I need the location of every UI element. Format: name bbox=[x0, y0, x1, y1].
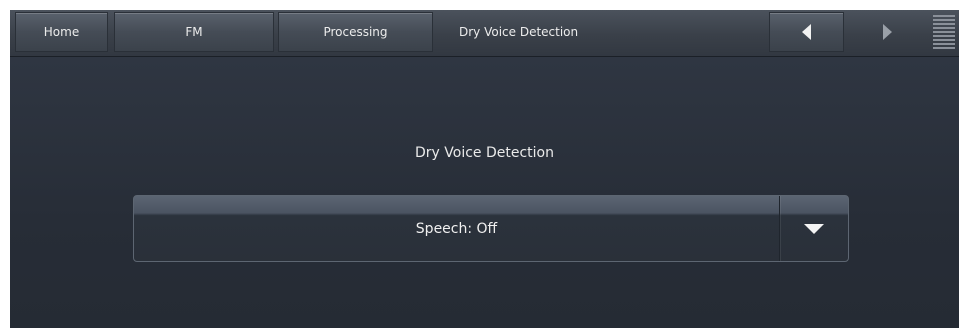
menu-button[interactable] bbox=[931, 12, 957, 52]
chevron-left-icon bbox=[802, 24, 811, 40]
back-button[interactable] bbox=[769, 12, 844, 52]
speech-dropdown[interactable]: Speech: Off bbox=[133, 195, 849, 262]
tab-home[interactable]: Home bbox=[15, 12, 108, 52]
tab-processing[interactable]: Processing bbox=[278, 12, 433, 52]
tab-fm-label: FM bbox=[185, 25, 203, 39]
breadcrumb-current-page: Dry Voice Detection bbox=[459, 25, 579, 39]
forward-button[interactable] bbox=[850, 12, 925, 52]
tab-home-label: Home bbox=[43, 25, 80, 39]
chevron-right-icon bbox=[883, 24, 892, 40]
speech-dropdown-value: Speech: Off bbox=[415, 220, 498, 237]
dropdown-arrow-button[interactable] bbox=[780, 196, 848, 261]
section-title: Dry Voice Detection bbox=[415, 145, 554, 161]
tab-fm[interactable]: FM bbox=[114, 12, 274, 52]
main-panel bbox=[10, 57, 959, 328]
app-window: Home FM Processing Dry Voice Detection D… bbox=[10, 10, 959, 328]
breadcrumb-bar: Home FM Processing Dry Voice Detection bbox=[10, 10, 959, 57]
menu-icon bbox=[933, 15, 955, 17]
chevron-down-icon bbox=[804, 223, 824, 234]
tab-processing-label: Processing bbox=[323, 25, 388, 39]
